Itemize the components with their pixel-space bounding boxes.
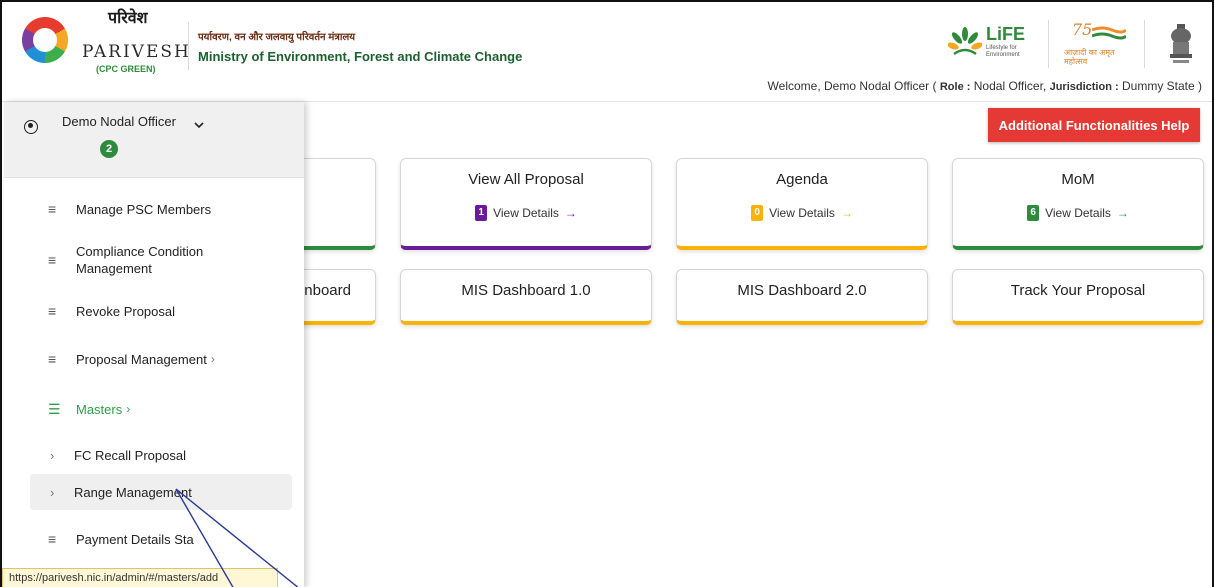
mis-dashboard-1-card[interactable]: MIS Dashboard 1.0 — [400, 269, 652, 325]
jurisdiction-label: Jurisdiction : — [1049, 81, 1119, 93]
life-text: LiFE — [986, 24, 1025, 44]
sidebar-item-label: Proposal Management — [76, 351, 207, 367]
life-logo: LiFE Lifestyle for Environment — [948, 24, 1038, 64]
sidebar-item-payment-details[interactable]: ≡ Payment Details Sta — [4, 528, 304, 550]
menu-icon: ≡ — [48, 351, 57, 367]
chevron-down-icon[interactable] — [194, 120, 204, 130]
view-all-proposal-card[interactable]: View All Proposal 1 View Details → — [400, 158, 652, 250]
life-leaf-icon — [948, 27, 982, 56]
azadi-75-text: 75 — [1072, 20, 1093, 39]
agenda-card[interactable]: Agenda 0 View Details → — [676, 158, 928, 250]
view-details-label: View Details — [493, 206, 559, 220]
site-header: परिवेश PARIVESH (CPC GREEN) पर्यावरण, वन… — [2, 2, 1212, 102]
arrow-right-icon: → — [1116, 206, 1129, 220]
card-details-link[interactable]: 6 View Details → — [953, 205, 1203, 221]
chevron-right-icon: › — [50, 484, 55, 500]
sidebar-item-label: Masters — [76, 401, 123, 417]
sidebar-item-compliance-condition-management[interactable]: ≡ Compliance Condition Management — [4, 242, 304, 278]
sidebar-item-masters[interactable]: ☰ Masters › — [4, 398, 304, 420]
sidebar-item-label: Payment Details Sta — [76, 531, 194, 547]
user-account-icon — [24, 120, 38, 134]
sidebar-item-label: Manage PSC Members — [76, 201, 212, 217]
chevron-right-icon: › — [126, 402, 131, 416]
card-details-link[interactable]: 1 View Details → — [401, 205, 651, 221]
status-bar-url: https://parivesh.nic.in/admin/#/masters/… — [2, 568, 278, 587]
sidebar-item-label: Compliance Condition Management — [76, 244, 204, 276]
welcome-text: Welcome, Demo Nodal Officer ( Role : Nod… — [768, 79, 1202, 93]
mis-dashboard-2-card[interactable]: MIS Dashboard 2.0 — [676, 269, 928, 325]
track-your-proposal-card[interactable]: Track Your Proposal — [952, 269, 1204, 325]
ministry-english-title: Ministry of Environment, Forest and Clim… — [198, 49, 523, 64]
list-icon: ☰ — [48, 400, 61, 417]
arrow-right-icon: → — [564, 206, 577, 220]
user-profile-block[interactable]: Demo Nodal Officer 2 — [4, 102, 304, 178]
sidebar-item-label: Revoke Proposal — [76, 303, 175, 319]
submenu-item-label: FC Recall Proposal — [74, 447, 186, 463]
sidebar-item-revoke-proposal[interactable]: ≡ Revoke Proposal — [4, 300, 304, 322]
count-badge: 6 — [1027, 205, 1040, 221]
additional-functionalities-help-button[interactable]: Additional Functionalities Help — [988, 108, 1200, 142]
card-details-link[interactable]: 0 View Details → — [677, 205, 927, 221]
card-title: Agenda — [776, 171, 828, 188]
card-title: View All Proposal — [468, 171, 584, 188]
card-title: MIS Dashboard 2.0 — [737, 282, 867, 299]
header-divider — [188, 22, 189, 70]
card-title: Track Your Proposal — [1010, 282, 1146, 299]
sidebar-item-proposal-management[interactable]: ≡ Proposal Management › — [4, 348, 304, 370]
user-name: Demo Nodal Officer — [62, 114, 176, 129]
chevron-right-icon: › — [210, 352, 215, 366]
arrow-right-icon: → — [840, 206, 853, 220]
menu-icon: ≡ — [48, 303, 57, 319]
count-badge: 0 — [751, 205, 764, 221]
menu-icon: ≡ — [48, 201, 57, 217]
count-badge: 1 — [475, 205, 488, 221]
notification-count-badge: 2 — [100, 140, 118, 158]
parivesh-logo-icon[interactable] — [22, 17, 68, 63]
flag-wave-icon — [1092, 26, 1126, 40]
view-details-label: View Details — [769, 206, 835, 220]
role-value: Nodal Officer, — [973, 79, 1047, 93]
browser-frame: परिवेश PARIVESH (CPC GREEN) पर्यावरण, वन… — [0, 0, 1214, 587]
welcome-prefix: Welcome, Demo Nodal Officer ( — [767, 79, 937, 93]
card-title: MoM — [1061, 171, 1095, 188]
submenu-item-fc-recall-proposal[interactable]: › FC Recall Proposal — [30, 442, 292, 468]
menu-icon: ≡ — [48, 252, 57, 268]
view-details-label: View Details — [1045, 206, 1111, 220]
chevron-right-icon: › — [50, 447, 55, 463]
menu-icon: ≡ — [48, 531, 57, 547]
sidebar-item-manage-psc-members[interactable]: ≡ Manage PSC Members — [4, 198, 304, 220]
azadi-ka-amrit-mahotsav-logo: 75 आज़ादी का अमृत महोत्सव — [1064, 20, 1130, 68]
azadi-text: आज़ादी का अमृत महोत्सव — [1064, 48, 1115, 66]
header-divider — [1144, 20, 1145, 68]
ministry-hindi-title: पर्यावरण, वन और जलवायु परिवर्तन मंत्रालय — [198, 32, 356, 43]
sidebar: Demo Nodal Officer 2 ≡ Manage PSC Member… — [4, 102, 304, 587]
header-divider — [1048, 20, 1049, 68]
national-emblem-icon — [1170, 24, 1192, 63]
role-label: Role : — [939, 81, 971, 93]
logo-name-text: PARIVESH — [82, 42, 191, 62]
card-title: MIS Dashboard 1.0 — [461, 282, 591, 299]
jurisdiction-value: Dummy State ) — [1121, 79, 1202, 93]
submenu-item-range-management[interactable]: › Range Management — [30, 474, 292, 510]
submenu-item-label: Range Management — [74, 484, 192, 500]
logo-hindi-text: परिवेश — [108, 8, 148, 27]
mom-card[interactable]: MoM 6 View Details → — [952, 158, 1204, 250]
life-tagline: Lifestyle for Environment — [986, 45, 1020, 58]
logo-sub-text: (CPC GREEN) — [96, 64, 156, 74]
